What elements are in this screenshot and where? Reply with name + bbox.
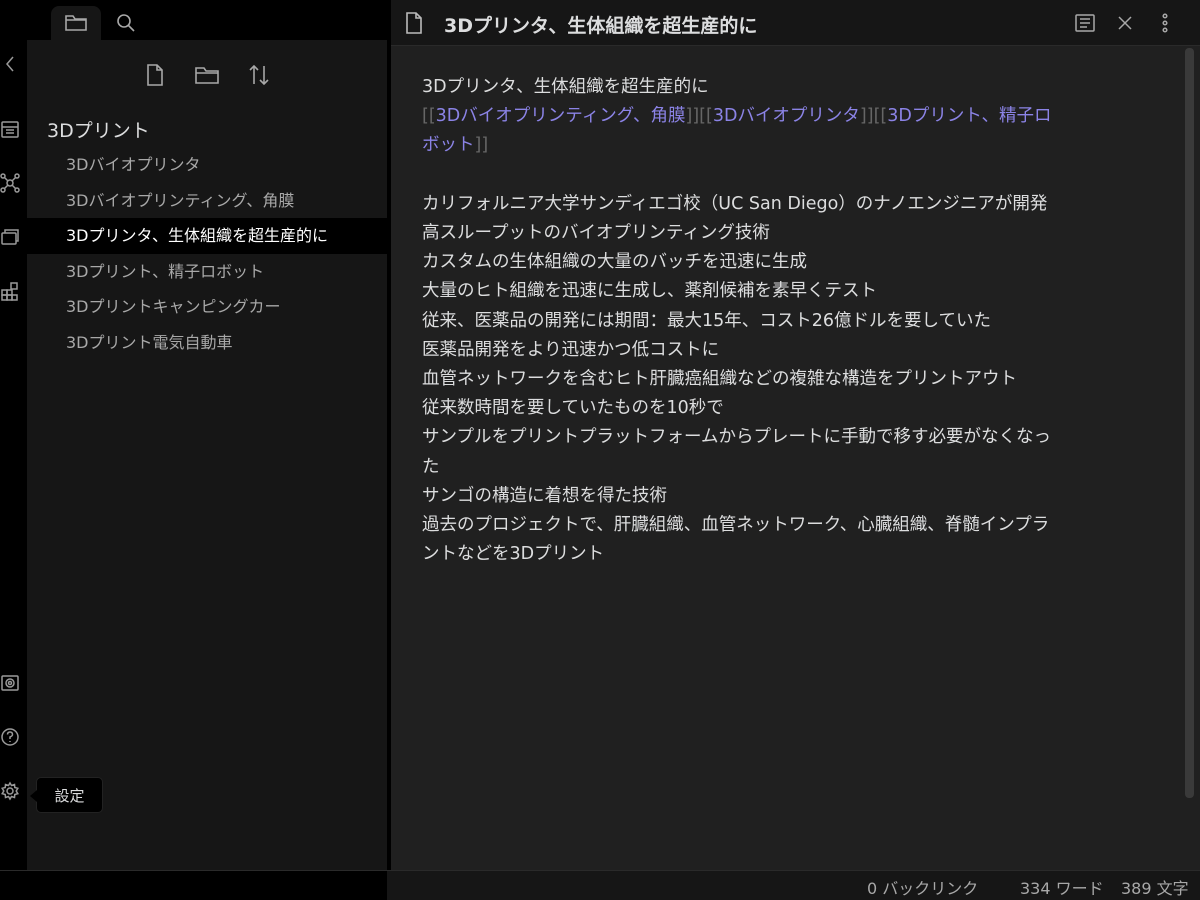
tab-file-explorer[interactable] xyxy=(51,6,101,40)
content-line: 過去のプロジェクトで、肝臓組織、血管ネットワーク、心臓組織、脊髄インプラ xyxy=(422,515,1050,536)
sort-button[interactable] xyxy=(245,58,273,92)
content-line: サンプルをプリントプラットフォームからプレートに手動で移す必要がなくなっ xyxy=(422,427,1051,448)
status-bar: 0 バックリンク 334 ワード 389 文字 xyxy=(0,870,1200,900)
content-line: 血管ネットワークを含むヒト肝臓癌組織などの複雑な構造をプリントアウト xyxy=(422,369,1017,390)
content-line: た xyxy=(422,456,440,477)
vault-icon[interactable] xyxy=(0,671,20,695)
editor-header: 3Dプリンタ、生体組織を超生産的に xyxy=(391,0,1200,46)
file-list: 3Dバイオプリンタ 3Dバイオプリンティング、角膜 3Dプリンタ、生体組織を超生産的… xyxy=(27,147,387,360)
content-line: 3Dプリンタ、生体組織を超生産的に xyxy=(422,77,709,97)
settings-tooltip: 設定 xyxy=(30,777,103,813)
internal-link[interactable]: 3Dバイオプリンティング、角膜 xyxy=(436,106,686,126)
close-icon xyxy=(1118,16,1132,30)
folder-title[interactable]: 3Dプリント xyxy=(47,116,150,143)
editor-pane: 3Dプリンタ、生体組織を超生産的に 3Dプリンタ、生体組織を超生産的に [[3D… xyxy=(391,0,1200,870)
note-content[interactable]: 3Dプリンタ、生体組織を超生産的に [[3Dバイオプリンティング、角膜]][[3… xyxy=(422,73,1132,569)
new-folder-button[interactable] xyxy=(193,58,221,92)
calendar-icon[interactable] xyxy=(0,117,20,141)
word-count: 334 ワード xyxy=(1020,879,1104,898)
grid-icon[interactable] xyxy=(0,279,20,303)
tab-search[interactable] xyxy=(101,6,151,40)
new-folder-icon xyxy=(195,67,219,84)
file-item[interactable]: 3Dバイオプリンティング、角膜 xyxy=(27,183,387,219)
content-line: サンゴの構造に着想を得た技術 xyxy=(422,485,667,506)
more-vertical-icon xyxy=(1162,13,1168,33)
search-icon xyxy=(117,14,135,32)
cards-icon[interactable] xyxy=(0,225,20,249)
content-lines: カリフォルニア大学サンディエゴ校（UC San Diego）のナノエンジニアが開… xyxy=(422,190,1132,570)
file-item[interactable]: 3Dバイオプリンタ xyxy=(27,147,387,183)
sidebar-tab-bar xyxy=(27,0,387,40)
folder-icon xyxy=(65,15,87,31)
content-line: 従来数時間を要していたものを10秒で xyxy=(422,398,724,419)
content-line: カスタムの生体組織の大量のバッチを迅速に生成 xyxy=(422,252,807,273)
char-count: 389 文字 xyxy=(1121,879,1189,898)
content-line: カリフォルニア大学サンディエゴ校（UC San Diego）のナノエンジニアが開… xyxy=(422,193,1048,214)
graph-icon[interactable] xyxy=(0,171,20,195)
file-explorer-sidebar: 3Dプリント 3Dバイオプリンタ 3Dバイオプリンティング、角膜 3Dプリンタ、生体… xyxy=(27,0,387,870)
reading-view-button[interactable] xyxy=(1074,12,1096,34)
file-item[interactable]: 3Dプリントキャンピングカー xyxy=(27,289,387,325)
left-ribbon xyxy=(0,0,27,870)
document-icon xyxy=(405,12,425,34)
new-note-button[interactable] xyxy=(141,58,169,92)
close-button[interactable] xyxy=(1114,12,1136,34)
links-line: [[3Dバイオプリンティング、角膜]][[3Dバイオプリンタ]][[3Dプリント… xyxy=(422,106,1052,127)
backlinks-count[interactable]: 0 バックリンク xyxy=(867,875,978,899)
internal-link[interactable]: 3Dプリント、精子ロ xyxy=(887,106,1051,126)
internal-link[interactable]: ボット xyxy=(422,135,475,155)
content-line: 高スループットのバイオプリンティング技術 xyxy=(422,223,770,243)
file-item[interactable]: 3Dプリント電気自動車 xyxy=(27,325,387,361)
content-line: 医薬品開発をより迅速かつ低コストに xyxy=(422,339,720,360)
page-title[interactable]: 3Dプリンタ、生体組織を超生産的に xyxy=(444,11,757,38)
scrollbar[interactable] xyxy=(1185,48,1194,798)
internal-link[interactable]: 3Dバイオプリンタ xyxy=(713,106,860,126)
file-item[interactable]: 3Dプリント、精子ロボット xyxy=(27,254,387,290)
help-icon[interactable] xyxy=(0,725,20,749)
sidebar-actions xyxy=(27,58,387,92)
reading-view-icon xyxy=(1075,14,1095,32)
status-bar-left xyxy=(0,871,387,900)
file-item[interactable]: 3Dプリンタ、生体組織を超生産的に xyxy=(27,218,387,254)
content-line: ントなどを3Dプリント xyxy=(422,544,605,565)
more-options-button[interactable] xyxy=(1154,12,1176,34)
sort-icon xyxy=(249,64,269,86)
content-line: 大量のヒト組織を迅速に生成し、薬剤候補を素早くテスト xyxy=(422,281,877,302)
content-line: 従来、医薬品の開発には期間：最大15年、コスト26億ドルを要していた xyxy=(422,310,992,331)
gear-icon[interactable] xyxy=(0,779,20,803)
new-file-icon xyxy=(147,64,163,86)
chevron-left-icon[interactable] xyxy=(0,52,20,76)
links-line-wrap: ボット]] xyxy=(422,135,489,156)
